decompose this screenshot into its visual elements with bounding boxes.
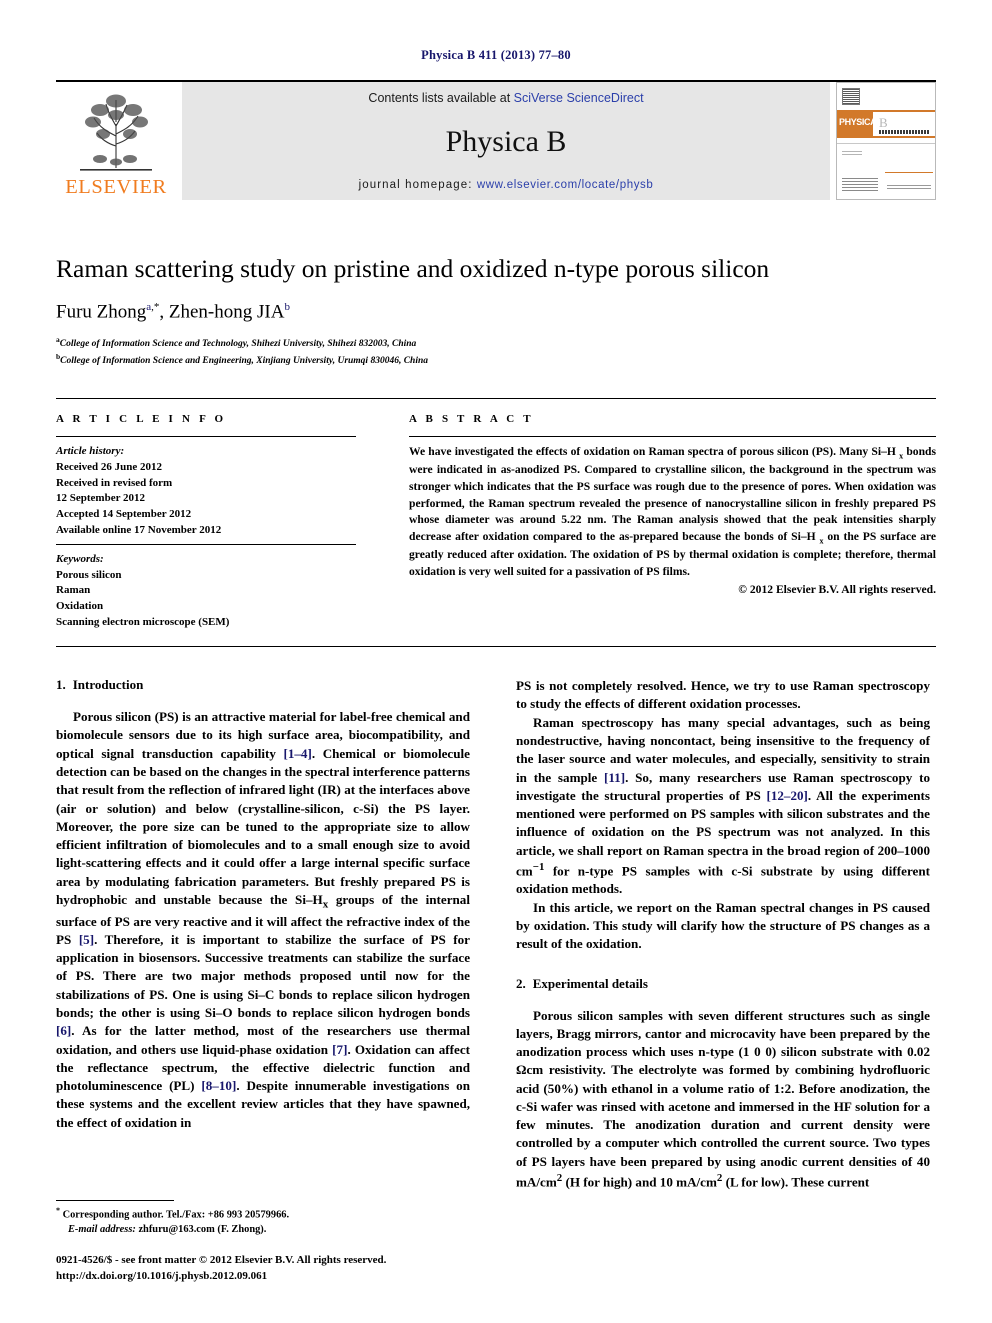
history-item-2: 12 September 2012: [56, 492, 146, 505]
journal-title: Physica B: [445, 125, 567, 158]
section-number-1: 1.: [56, 677, 66, 693]
masthead-center: Contents lists available at SciVerse Sci…: [182, 82, 830, 200]
sciencedirect-link[interactable]: SciVerse ScienceDirect: [514, 91, 644, 105]
cover-top-logo-icon: [842, 88, 860, 105]
article-info-heading: A R T I C L E I N F O: [56, 413, 227, 426]
history-item-3: Accepted 14 September 2012: [56, 507, 192, 520]
journal-homepage-line: journal homepage: www.elsevier.com/locat…: [359, 179, 654, 191]
affiliation-a-text: College of Information Science and Techn…: [59, 338, 417, 349]
section-title-1: Introduction: [72, 677, 144, 693]
doi-line[interactable]: http://dx.doi.org/10.1016/j.physb.2012.0…: [56, 1269, 470, 1285]
body-column-right: PS is not completely resolved. Hence, we…: [516, 677, 930, 1191]
contents-available-line: Contents lists available at SciVerse Sci…: [368, 91, 643, 105]
abstract-heading: A B S T R A C T: [409, 413, 534, 426]
keywords-block: Keywords: Porous silicon Raman Oxidation…: [56, 545, 356, 630]
abstract-column: A B S T R A C T We have investigated the…: [409, 413, 936, 630]
keyword-0: Porous silicon: [56, 568, 122, 581]
cover-footer-text: [887, 185, 931, 189]
journal-homepage-link[interactable]: www.elsevier.com/locate/physb: [477, 179, 654, 191]
article-info-column: A R T I C L E I N F O Article history: R…: [56, 413, 356, 630]
corresponding-author-line: * Corresponding author. Tel./Fax: +86 99…: [56, 1205, 290, 1220]
cover-footer-rule: [885, 171, 933, 173]
history-item-1: Received in revised form: [56, 476, 173, 489]
keyword-1: Raman: [56, 584, 91, 597]
elsevier-logo: ELSEVIER: [56, 82, 176, 200]
affiliation-list: aCollege of Information Science and Tech…: [56, 335, 936, 369]
intro-paragraph-3: In this article, we report on the Raman …: [516, 899, 930, 952]
section-heading-introduction: 1. Introduction: [56, 677, 470, 693]
cover-physica-label: PHYSICA: [839, 117, 877, 127]
page-title: Raman scattering study on pristine and o…: [56, 254, 770, 283]
intro-paragraph-1-continued: PS is not completely resolved. Hence, we…: [516, 678, 930, 712]
cover-divider: [837, 143, 935, 144]
homepage-prefix: journal homepage:: [358, 179, 477, 191]
section-title-2: Experimental details: [532, 975, 648, 991]
affiliation-a: aCollege of Information Science and Tech…: [56, 335, 936, 352]
intro-paragraph-2: Raman spectroscopy has many special adva…: [516, 714, 930, 897]
contents-prefix: Contents lists available at: [368, 91, 514, 105]
section-heading-experimental: 2. Experimental details: [516, 976, 930, 992]
affiliation-b: bCollege of Information Science and Engi…: [56, 352, 936, 369]
history-item-4: Available online 17 November 2012: [56, 523, 222, 536]
cover-title-band: PHYSICA B: [837, 110, 935, 138]
intro-paragraph-1: Porous silicon (PS) is an attractive mat…: [56, 709, 471, 1130]
keyword-2: Oxidation: [56, 599, 104, 612]
issn-line: 0921-4526/$ - see front matter © 2012 El…: [56, 1254, 387, 1267]
title-block: Raman scattering study on pristine and o…: [56, 254, 936, 368]
cover-subtitle-lines: [879, 130, 929, 134]
issn-copyright-block: 0921-4526/$ - see front matter © 2012 El…: [56, 1253, 470, 1285]
elsevier-tree-icon: [80, 94, 152, 171]
affiliation-b-text: College of Information Science and Engin…: [60, 355, 428, 366]
page-footer: * Corresponding author. Tel./Fax: +86 99…: [56, 1199, 470, 1285]
section-number-2: 2.: [516, 975, 526, 991]
running-head: Physica B 411 (2013) 77–80: [421, 48, 571, 62]
cover-b-label: B: [879, 115, 888, 130]
experimental-paragraph-1: Porous silicon samples with seven differ…: [516, 1007, 930, 1190]
cover-sciencedirect-mark: [842, 178, 878, 191]
keyword-3: Scanning electron microscope (SEM): [56, 615, 230, 628]
article-history-label: Article history:: [56, 445, 125, 458]
body-columns: 1. Introduction Porous silicon (PS) is an…: [56, 677, 936, 1191]
keywords-label: Keywords:: [56, 553, 104, 566]
journal-masthead: ELSEVIER Contents lists available at Sci…: [56, 80, 936, 200]
elsevier-wordmark: ELSEVIER: [65, 176, 167, 198]
abstract-text: We have investigated the effects of oxid…: [409, 445, 936, 578]
author-list: Furu Zhonga,*, Zhen-hong JIAb: [56, 301, 290, 323]
corresponding-author-note: * Corresponding author. Tel./Fax: +86 99…: [56, 1205, 470, 1238]
journal-cover-thumbnail: PHYSICA B: [836, 82, 936, 200]
body-column-left: 1. Introduction Porous silicon (PS) is an…: [56, 677, 470, 1191]
email-line[interactable]: E-mail address: zhfuru@163.com (F. Zhong…: [56, 1223, 470, 1238]
history-item-0: Received 26 June 2012: [56, 461, 163, 474]
paper-page: Physica B 411 (2013) 77–80 ELSEVIER Cont…: [0, 0, 992, 1323]
footnote-divider: [56, 1199, 174, 1201]
abstract-copyright: © 2012 Elsevier B.V. All rights reserved…: [738, 583, 936, 597]
info-abstract-band: A R T I C L E I N F O Article history: R…: [56, 398, 936, 648]
article-history-block: Article history: Received 26 June 2012 R…: [56, 437, 356, 544]
cover-text-lines: [842, 151, 862, 157]
